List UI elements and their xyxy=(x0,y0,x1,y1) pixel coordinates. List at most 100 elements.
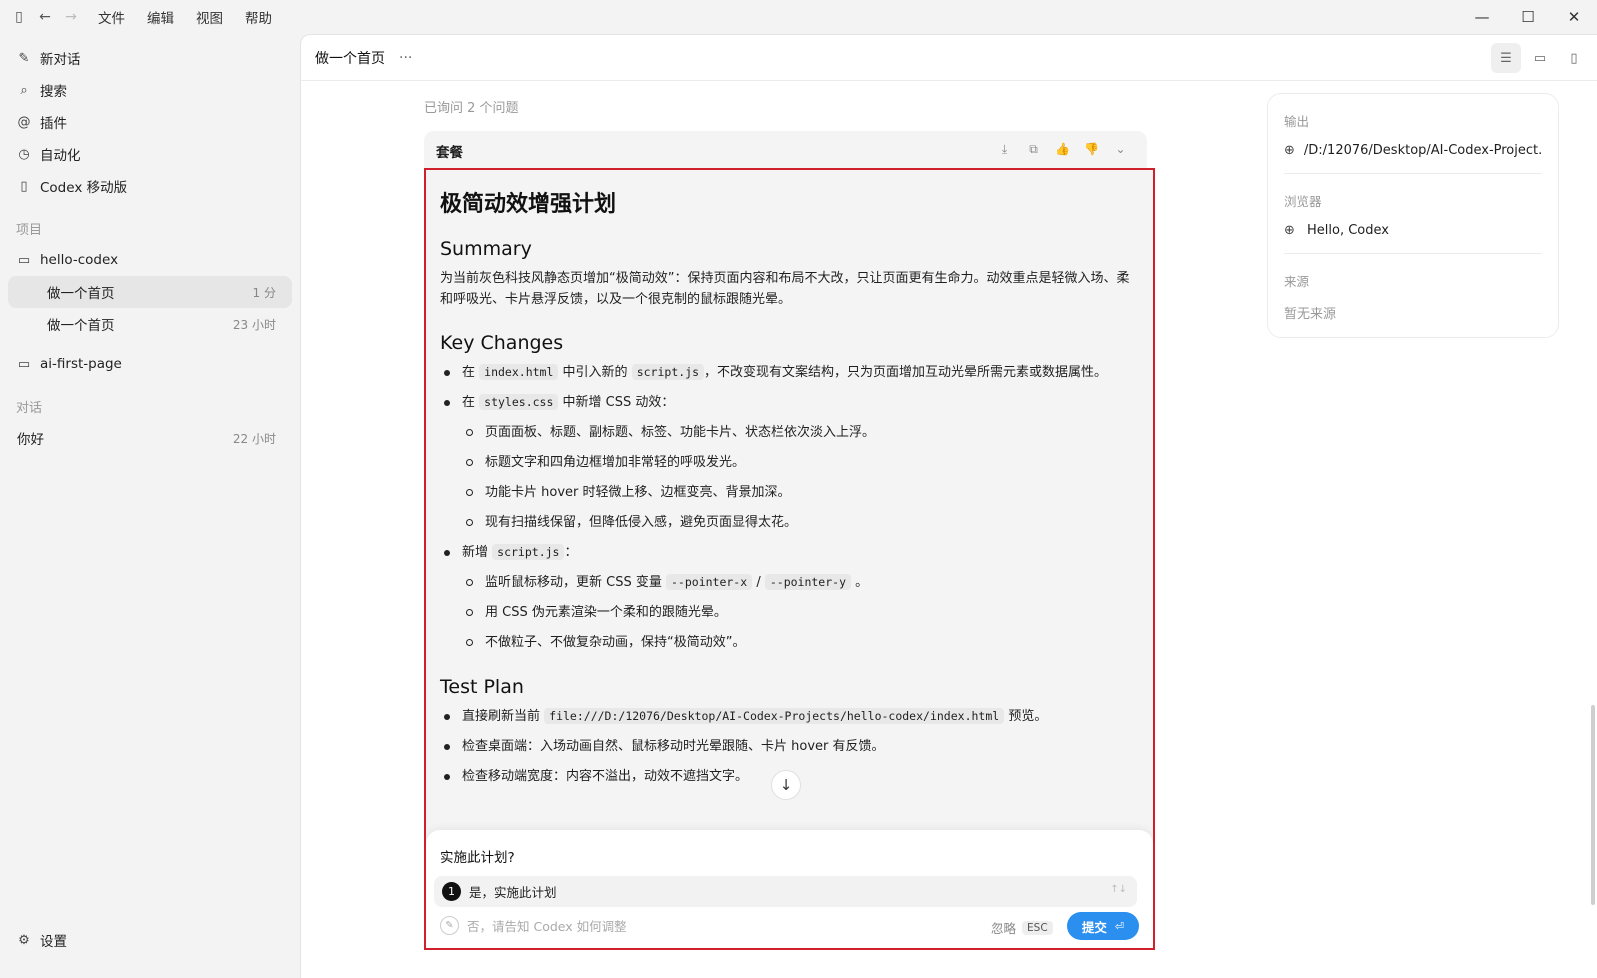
conversation-item[interactable]: 做一个首页 23 小时 xyxy=(8,308,292,340)
chevron-down-icon[interactable]: ⌄ xyxy=(1106,142,1135,157)
inline-code: --pointer-y xyxy=(764,574,852,590)
thumbs-down-icon[interactable]: 👎 xyxy=(1077,142,1106,157)
nav-plugins-label: 插件 xyxy=(40,116,67,132)
key-changes-list: 在 index.html 中引入新的 script.js ，不改变现有文案结构，只… xyxy=(440,362,1139,653)
plan-title: 极简动效增强计划 xyxy=(440,192,617,217)
search-icon: ⌕ xyxy=(20,82,28,98)
nav-search[interactable]: ⌕ 搜索 xyxy=(0,74,300,106)
close-icon[interactable]: ✕ xyxy=(1551,0,1597,34)
key-changes-heading: Key Changes xyxy=(440,332,564,354)
conversation-title: 做一个首页 xyxy=(47,286,115,302)
option-nav-arrows: ↑↓ xyxy=(1110,884,1127,895)
bottom-panel-icon[interactable]: ▭ xyxy=(1525,43,1555,73)
text: ，不改变现有文案结构，只为页面增加互动光晕所需元素或数据属性。 xyxy=(704,365,1108,380)
download-icon[interactable]: ⤓ xyxy=(990,142,1019,157)
globe-icon: ⊕ xyxy=(1284,223,1295,238)
plan-card: 极简动效增强计划 Summary 为当前灰色科技风静态页增加“极简动效”：保持页… xyxy=(424,168,1155,950)
sidebar-toggle-icon[interactable]: ▯ xyxy=(6,4,32,30)
submit-label: 提交 xyxy=(1081,919,1107,935)
globe-icon: ⊕ xyxy=(1284,143,1295,158)
menu-help[interactable]: 帮助 xyxy=(245,7,272,27)
folder-icon: ▭ xyxy=(17,252,31,268)
info-panel: 输出 ⊕ /D:/12076/Desktop/AI-Codex-Project.… xyxy=(1267,93,1559,338)
inline-code: script.js xyxy=(631,364,705,380)
project-name: ai-first-page xyxy=(40,356,122,372)
conversation-title: 你好 xyxy=(17,432,44,448)
menu-edit[interactable]: 编辑 xyxy=(147,7,174,27)
thumbs-up-icon[interactable]: 👍 xyxy=(1048,142,1077,157)
conversation-time: 23 小时 xyxy=(232,317,276,332)
maximize-icon[interactable]: ☐ xyxy=(1505,0,1551,34)
at-icon: @ xyxy=(17,114,31,130)
text: 新增 xyxy=(462,545,489,560)
scrollbar[interactable] xyxy=(1591,705,1595,905)
menu-file[interactable]: 文件 xyxy=(98,7,125,27)
nav-automation[interactable]: ◷ 自动化 xyxy=(0,138,300,170)
list-item: 在 index.html 中引入新的 script.js ，不改变现有文案结构，只… xyxy=(440,362,1139,383)
phone-icon: ▯ xyxy=(20,178,28,194)
browser-link[interactable]: ⊕ Hello, Codex xyxy=(1284,223,1542,254)
conversation-time: 1 分 xyxy=(252,285,276,300)
text: 中引入新的 xyxy=(562,365,628,380)
plan-card-tools: ⤓ ⧉ 👍 👎 ⌄ xyxy=(990,142,1135,157)
list-item: 检查桌面端：入场动画自然、鼠标移动时光晕跟随、卡片 hover 有反馈。 xyxy=(440,736,1139,757)
back-arrow-icon[interactable]: ← xyxy=(32,4,58,30)
conversation-title: 做一个首页 xyxy=(47,318,115,334)
inline-code: --pointer-x xyxy=(666,574,753,590)
menu-bar: 文件 编辑 视图 帮助 xyxy=(98,7,294,27)
text: 在 xyxy=(462,395,476,410)
enter-icon: ⏎ xyxy=(1114,919,1125,933)
approve-option[interactable]: 1 是，实施此计划 ↑↓ xyxy=(434,876,1137,907)
submit-button[interactable]: 提交 ⏎ xyxy=(1067,912,1139,940)
header-toolbar: ☰ ▭ ▯ xyxy=(1487,43,1589,73)
list-item: 直接刷新当前 file:///D:/12076/Desktop/AI-Codex… xyxy=(440,706,1139,727)
folder-icon: ▭ xyxy=(17,356,31,372)
ignore-label: 忽略 xyxy=(991,921,1017,936)
text: 预览。 xyxy=(1008,709,1048,724)
inline-code: file:///D:/12076/Desktop/AI-Codex-Projec… xyxy=(544,708,1005,724)
approval-question: 实施此计划? xyxy=(440,850,515,866)
approval-panel: 实施此计划? 1 是，实施此计划 ↑↓ ✎ 否，请告知 Codex 如何调整 忽… xyxy=(426,830,1153,948)
sub-list-item: 页面面板、标题、副标题、标签、功能卡片、状态栏依次淡入上浮。 xyxy=(440,422,1139,443)
minimize-icon[interactable]: — xyxy=(1459,0,1505,34)
sidebar: ✎ 新对话 ⌕ 搜索 @ 插件 ◷ 自动化 ▯ Codex 移动版 项目 ▭ h… xyxy=(0,34,300,978)
project-name: hello-codex xyxy=(40,252,119,268)
conversations-section-label: 对话 xyxy=(16,400,43,416)
project-ai-first-page[interactable]: ▭ ai-first-page xyxy=(0,348,300,380)
project-hello-codex[interactable]: ▭ hello-codex xyxy=(0,244,300,276)
summary-heading: Summary xyxy=(440,238,532,260)
text: ： xyxy=(564,545,578,560)
conversation-item[interactable]: 做一个首页 1 分 xyxy=(8,276,292,308)
conversation-item[interactable]: 你好 22 小时 xyxy=(8,422,292,454)
scroll-down-button[interactable]: ↓ xyxy=(771,770,801,800)
text: 中新增 CSS 动效： xyxy=(562,395,675,410)
right-panel-icon[interactable]: ▯ xyxy=(1559,43,1589,73)
copy-icon[interactable]: ⧉ xyxy=(1019,142,1048,157)
list-view-icon[interactable]: ☰ xyxy=(1491,43,1521,73)
plan-card-label: 套餐 xyxy=(436,145,463,161)
nav-mobile[interactable]: ▯ Codex 移动版 xyxy=(0,170,300,202)
output-link[interactable]: ⊕ /D:/12076/Desktop/AI-Codex-Project... xyxy=(1284,143,1542,174)
ignore-button[interactable]: 忽略 ESC xyxy=(991,918,1053,937)
window-controls: — ☐ ✕ xyxy=(1459,0,1597,34)
asked-questions-note: 已询问 2 个问题 xyxy=(424,101,519,116)
main-panel: 做一个首页 ··· ☰ ▭ ▯ 已询问 2 个问题 套餐 ⤓ ⧉ 👍 👎 ⌄ 极… xyxy=(300,34,1597,978)
inline-code: index.html xyxy=(479,364,559,380)
settings-button[interactable]: ⚙ 设置 xyxy=(0,924,67,956)
nav-plugins[interactable]: @ 插件 xyxy=(0,106,300,138)
menu-view[interactable]: 视图 xyxy=(196,7,223,27)
output-path: /D:/12076/Desktop/AI-Codex-Project... xyxy=(1303,143,1542,158)
plan-body: 极简动效增强计划 Summary 为当前灰色科技风静态页增加“极简动效”：保持页… xyxy=(426,170,1153,787)
more-options-icon[interactable]: ··· xyxy=(399,50,412,66)
adjust-placeholder: 否，请告知 Codex 如何调整 xyxy=(467,919,627,934)
inline-code: styles.css xyxy=(479,394,559,410)
list-item: 在 styles.css 中新增 CSS 动效： xyxy=(440,392,1139,413)
adjust-input[interactable]: ✎ 否，请告知 Codex 如何调整 xyxy=(440,916,627,935)
page-title: 做一个首页 xyxy=(315,50,385,67)
sub-list-item: 不做粒子、不做复杂动画，保持“极简动效”。 xyxy=(440,632,1139,653)
nav-new-chat[interactable]: ✎ 新对话 xyxy=(0,42,300,74)
sub-list-item: 用 CSS 伪元素渲染一个柔和的跟随光晕。 xyxy=(440,602,1139,623)
forward-arrow-icon[interactable]: → xyxy=(58,4,84,30)
option-number: 1 xyxy=(442,882,461,901)
output-label: 输出 xyxy=(1284,114,1310,129)
